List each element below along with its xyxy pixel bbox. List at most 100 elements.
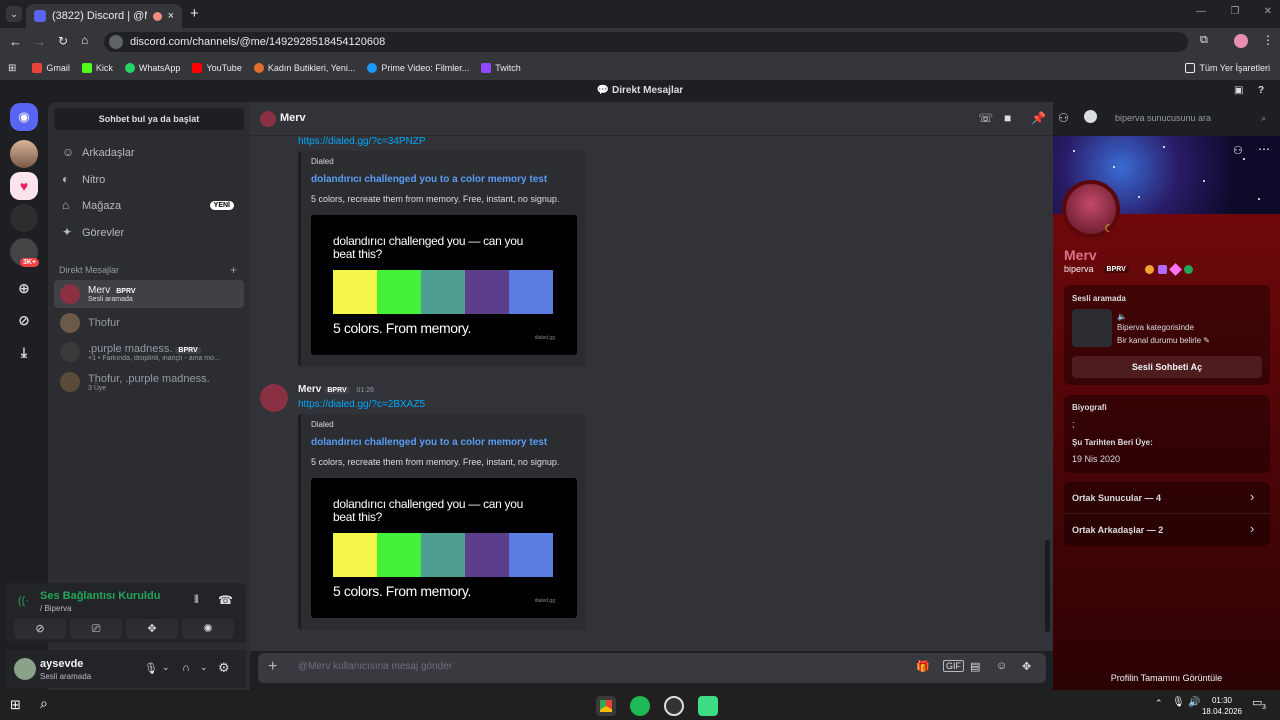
voice-call-icon[interactable]: ☏	[978, 111, 993, 125]
back-icon[interactable]: ←	[9, 34, 22, 49]
embed-provider[interactable]: Dialed	[311, 157, 334, 166]
browser-tab[interactable]: (3822) Discord | @Merv ×	[26, 4, 182, 28]
nav-shop[interactable]: ⌂ Mağaza YENİ	[54, 193, 244, 219]
voice-channel[interactable]: / Biperva	[40, 604, 72, 613]
tray-chevron-icon[interactable]: ⌃	[1155, 698, 1163, 709]
bookmark-youtube[interactable]: YouTube	[192, 63, 242, 73]
embed-title[interactable]: dolandırıcı challenged you to a color me…	[311, 437, 547, 448]
extensions-icon[interactable]: ⧉	[1200, 34, 1208, 47]
tab-list-button[interactable]: ⌄	[6, 6, 22, 22]
create-dm-icon[interactable]: +	[230, 263, 237, 277]
inbox-icon[interactable]: ▣	[1234, 80, 1243, 102]
apps-icon[interactable]: ✥	[1022, 660, 1031, 673]
message-link[interactable]: https://dialed.gg/?c=34PNZP	[298, 136, 426, 147]
nav-nitro[interactable]: ◐ Nitro	[54, 167, 244, 193]
embed-provider[interactable]: Dialed	[311, 420, 334, 429]
gif-icon[interactable]: GIF	[943, 660, 964, 672]
camera-button[interactable]: ⊘	[14, 619, 66, 639]
discover-icon[interactable]: ⊘	[10, 306, 38, 334]
taskbar-search-icon[interactable]: ⌕	[40, 695, 48, 712]
windows-start-icon[interactable]: ⊞	[10, 697, 21, 713]
restore-icon[interactable]: ❐	[1230, 6, 1239, 17]
spotify-taskbar-icon[interactable]	[630, 696, 650, 716]
nav-friends[interactable]: ☺ Arkadaşlar	[54, 140, 244, 166]
mic-chevron-icon[interactable]: ⌄	[162, 662, 170, 673]
find-conversation-button[interactable]: Sohbet bul ya da başlat	[54, 108, 244, 130]
bookmark-gmail[interactable]: Gmail	[32, 63, 70, 73]
server-search-input[interactable]: biperva sunucusunu ara ⌕	[1108, 109, 1272, 128]
nav-quests[interactable]: ✦ Görevler	[54, 220, 244, 246]
close-window-icon[interactable]: ✕	[1264, 6, 1272, 17]
settings-icon[interactable]: ⚙	[218, 660, 230, 676]
minimize-icon[interactable]: —	[1196, 6, 1206, 17]
dm-merv[interactable]: Merv BPRV Sesli aramada	[54, 280, 244, 308]
add-friends-icon[interactable]: ⚇	[1058, 111, 1069, 125]
soundboard-button[interactable]: ✺	[182, 619, 234, 639]
server-avatar-1[interactable]	[10, 140, 38, 168]
home-icon[interactable]: ⌂	[81, 33, 88, 47]
link-embed: Dialed dolandırıcı challenged you to a c…	[298, 151, 586, 367]
add-friend-icon[interactable]: ⚇	[1233, 144, 1243, 157]
server-avatar-2[interactable]	[10, 204, 38, 232]
server-heart-icon[interactable]: ♥	[10, 172, 38, 200]
mutual-friends-row[interactable]: Ortak Arkadaşlar — 2 ›	[1064, 514, 1270, 546]
forward-icon[interactable]: →	[33, 34, 46, 49]
android-taskbar-icon[interactable]	[698, 696, 718, 716]
new-tab-icon[interactable]: +	[190, 5, 199, 22]
bookmark-whatsapp[interactable]: WhatsApp	[124, 63, 180, 73]
message-input[interactable]: @Merv kullanıcısına mesaj gönder	[298, 661, 452, 672]
embed-image[interactable]: dolandırıcı challenged you — can you bea…	[311, 215, 577, 355]
activities-button[interactable]: ✥	[126, 619, 178, 639]
message-link[interactable]: https://dialed.gg/?c=2BXAZ5	[298, 399, 425, 410]
dm-thofur[interactable]: Thofur	[54, 309, 244, 337]
menu-icon[interactable]: ⋮	[1262, 33, 1274, 47]
user-avatar[interactable]	[14, 658, 36, 680]
pin-icon[interactable]: 📌	[1031, 111, 1046, 125]
microphone-icon[interactable]: 🎙	[144, 662, 158, 675]
noise-suppression-icon[interactable]: ⦀	[194, 594, 199, 607]
voice-status[interactable]: Ses Bağlantısı Kuruldu	[40, 590, 160, 602]
message-author[interactable]: Merv	[298, 384, 321, 395]
reload-icon[interactable]: ↻	[58, 34, 68, 48]
add-server-icon[interactable]: ⊕	[10, 274, 38, 302]
bookmark-kadin-butikleri[interactable]: Kadın Butikleri, Yeni...	[253, 63, 355, 73]
apps-icon[interactable]: ⊞	[8, 63, 16, 74]
bookmark-kick[interactable]: Kick	[81, 63, 113, 73]
mutual-servers-row[interactable]: Ortak Sunucular — 4 ›	[1064, 482, 1270, 514]
address-bar[interactable]: discord.com/channels/@me/149292851845412…	[104, 32, 1188, 52]
help-icon[interactable]: ?	[1258, 80, 1264, 102]
emoji-icon[interactable]: ☺	[996, 660, 1007, 672]
all-bookmarks[interactable]: Tüm Yer İşaretleri	[1185, 63, 1270, 73]
discord-home-icon[interactable]: ◉	[10, 103, 38, 131]
site-info-icon[interactable]	[109, 35, 123, 49]
notifications-icon[interactable]: ▭	[1252, 696, 1262, 709]
message-avatar[interactable]	[260, 384, 288, 412]
open-voice-button[interactable]: Sesli Sohbeti Aç	[1072, 356, 1262, 378]
channel-status[interactable]: Bir kanal durumu belirle ✎	[1117, 336, 1210, 345]
clock[interactable]: 01:30 18.04.2026	[1198, 695, 1246, 717]
profile-avatar-icon[interactable]	[1234, 34, 1248, 48]
embed-image[interactable]: dolandırıcı challenged you — can you bea…	[311, 478, 577, 618]
embed-title[interactable]: dolandırıcı challenged you to a color me…	[311, 174, 547, 185]
video-call-icon[interactable]: ■	[1004, 111, 1011, 125]
gift-icon[interactable]: 🎁	[916, 660, 930, 673]
user-profile-icon[interactable]	[1084, 110, 1097, 123]
sticker-icon[interactable]: ▤	[970, 660, 980, 673]
headphones-icon[interactable]: ∩	[182, 662, 190, 674]
tray-mic-icon[interactable]: 🎙	[1172, 697, 1185, 708]
add-attachment-icon[interactable]: +	[268, 658, 277, 676]
dm-purple-madness[interactable]: .purple madness. BPRV +1 • Farkında, disi…	[54, 338, 244, 366]
more-options-icon[interactable]: ⋯	[1258, 142, 1270, 156]
headphones-chevron-icon[interactable]: ⌄	[200, 662, 208, 673]
view-full-profile-button[interactable]: Profilin Tamamını Görüntüle	[1053, 673, 1280, 683]
chat-scrollbar[interactable]	[1045, 540, 1050, 632]
dm-group[interactable]: Thofur, .purple madness. 3 Üye	[54, 368, 244, 396]
screen-share-button[interactable]: ⎚	[70, 619, 122, 639]
bookmark-prime-video[interactable]: Prime Video: Filmler...	[367, 63, 469, 73]
bookmark-twitch[interactable]: Twitch	[481, 63, 521, 73]
download-icon[interactable]: ⤓	[10, 338, 38, 366]
close-tab-icon[interactable]: ×	[168, 10, 174, 22]
chrome-taskbar-icon[interactable]	[596, 696, 616, 716]
app-taskbar-icon[interactable]	[664, 696, 684, 716]
disconnect-icon[interactable]: ☎	[218, 593, 233, 607]
